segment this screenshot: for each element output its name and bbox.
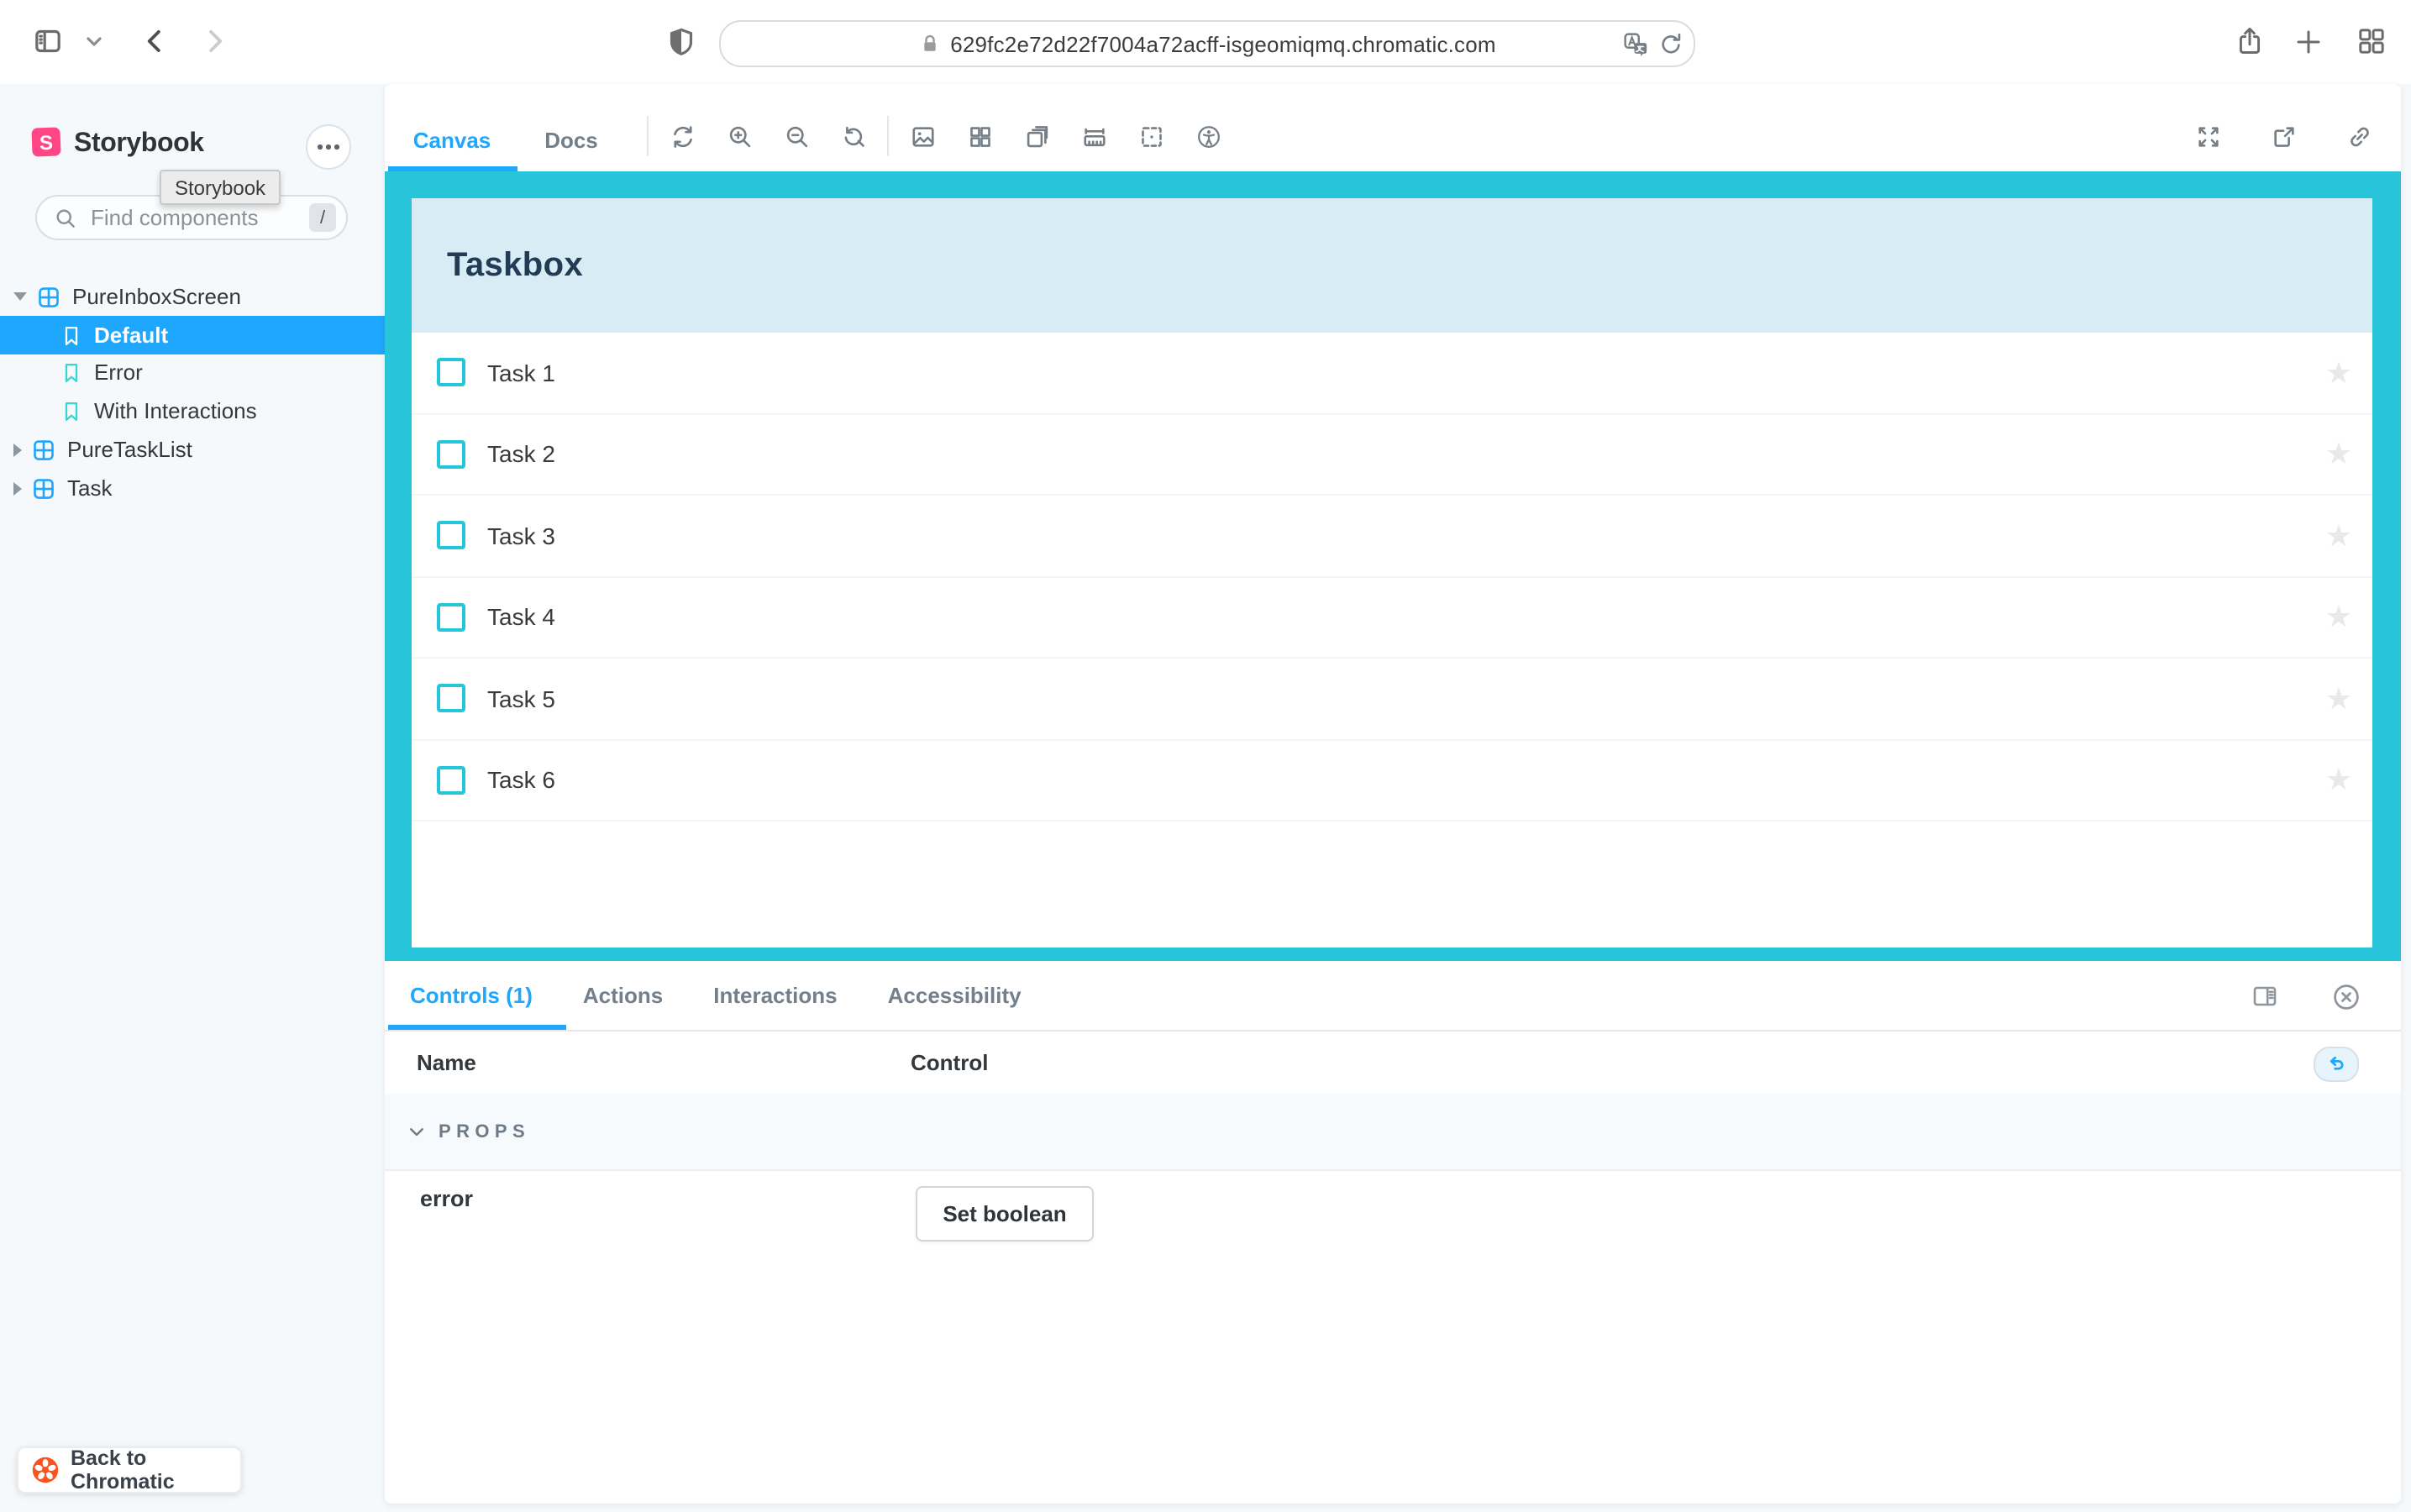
task-row: Task 3 — [412, 496, 2372, 577]
sidebar-item-pureinboxscreen[interactable]: PureInboxScreen — [0, 277, 385, 316]
fullscreen-icon[interactable] — [2179, 108, 2236, 165]
checkbox-icon[interactable] — [437, 602, 465, 632]
caret-right-icon[interactable] — [13, 443, 22, 456]
remount-icon[interactable] — [654, 108, 711, 165]
sidebar-item-default[interactable]: Default — [0, 316, 385, 354]
task-row: Task 1 — [412, 333, 2372, 414]
caret-down-icon[interactable] — [13, 292, 27, 301]
star-icon[interactable] — [2325, 521, 2352, 551]
browser-toolbar: 629fc2e72d22f7004a72acff-isgeomiqmq.chro… — [0, 0, 2411, 86]
caret-right-icon[interactable] — [13, 481, 22, 495]
privacy-shield-icon[interactable] — [667, 27, 696, 55]
props-section-header[interactable]: PROPS — [385, 1094, 2401, 1171]
taskbox-title: Taskbox — [447, 246, 584, 283]
share-icon[interactable] — [2235, 25, 2265, 57]
component-icon — [32, 476, 55, 500]
checkbox-icon[interactable] — [437, 684, 465, 713]
storybook-logo-icon: S — [31, 127, 61, 157]
set-boolean-button[interactable]: Set boolean — [916, 1186, 1094, 1242]
props-section-label: PROPS — [439, 1121, 531, 1142]
addons-panel: Controls (1) Actions Interactions Access… — [385, 961, 2401, 1504]
back-icon[interactable] — [141, 27, 170, 55]
storybook-sidebar: S Storybook Storybook Find components / — [0, 84, 385, 1512]
toolbar-divider — [647, 116, 649, 156]
bookmark-icon — [60, 323, 82, 347]
column-name: Name — [417, 1049, 476, 1074]
checkbox-icon[interactable] — [437, 439, 465, 469]
task-row: Task 4 — [412, 577, 2372, 659]
addons-tabbar: Controls (1) Actions Interactions Access… — [385, 961, 2401, 1032]
chevron-down-icon — [407, 1121, 427, 1142]
copy-link-icon[interactable] — [2330, 108, 2387, 165]
toolbar-divider — [887, 116, 889, 156]
back-to-chromatic-button[interactable]: Back to Chromatic — [17, 1446, 242, 1494]
backgrounds-icon[interactable] — [894, 108, 951, 165]
component-icon — [37, 285, 60, 308]
close-panel-icon[interactable] — [2317, 968, 2374, 1025]
checkbox-icon[interactable] — [437, 765, 465, 795]
star-icon[interactable] — [2325, 439, 2352, 470]
component-icon — [32, 438, 55, 461]
panel-position-icon[interactable] — [2236, 968, 2293, 1025]
star-icon[interactable] — [2325, 602, 2352, 633]
sidebar-menu-button[interactable] — [306, 124, 351, 170]
search-icon — [54, 206, 77, 229]
forward-icon[interactable] — [200, 27, 228, 55]
tab-canvas[interactable]: Canvas — [385, 108, 519, 171]
tab-actions[interactable]: Actions — [558, 961, 688, 1030]
task-row: Task 5 — [412, 659, 2372, 740]
story-canvas: Taskbox Task 1 Task 2 Task 3 — [385, 171, 2401, 961]
measure-icon[interactable] — [1065, 108, 1122, 165]
open-new-tab-icon[interactable] — [2255, 108, 2312, 165]
viewport-icon[interactable] — [1008, 108, 1065, 165]
sidebar-item-with-interactions[interactable]: With Interactions — [0, 391, 385, 430]
star-icon[interactable] — [2325, 765, 2352, 795]
checkbox-icon[interactable] — [437, 358, 465, 387]
reload-icon[interactable] — [1658, 31, 1683, 56]
sidebar-item-task[interactable]: Task — [0, 469, 385, 507]
grid-icon[interactable] — [951, 108, 1008, 165]
sidebar-toggle-icon[interactable] — [34, 27, 62, 55]
address-bar[interactable]: 629fc2e72d22f7004a72acff-isgeomiqmq.chro… — [719, 20, 1695, 67]
star-icon[interactable] — [2325, 358, 2352, 388]
brand-title[interactable]: Storybook — [74, 129, 204, 160]
star-icon[interactable] — [2325, 684, 2352, 714]
canvas-toolbar: Canvas Docs — [385, 84, 2401, 173]
taskbox-component: Taskbox Task 1 Task 2 Task 3 — [412, 198, 2372, 948]
preview-area: Canvas Docs Taskbox Task 1 ★ Task 2 ★ Ta… — [385, 84, 2401, 1504]
bookmark-icon — [60, 399, 82, 423]
tab-accessibility[interactable]: Accessibility — [863, 961, 1047, 1030]
url-text: 629fc2e72d22f7004a72acff-isgeomiqmq.chro… — [950, 31, 1496, 56]
shortcut-key-badge: / — [309, 203, 336, 232]
column-control: Control — [911, 1049, 989, 1074]
control-row-name: error — [420, 1186, 474, 1211]
bookmark-icon — [60, 360, 82, 384]
lock-icon — [918, 32, 940, 55]
new-tab-icon[interactable] — [2295, 29, 2322, 55]
zoom-reset-icon[interactable] — [825, 108, 882, 165]
tab-docs[interactable]: Docs — [519, 108, 623, 171]
controls-header-row: Name Control — [385, 1030, 2401, 1095]
outline-icon[interactable] — [1122, 108, 1179, 165]
task-row: Task 6 — [412, 740, 2372, 822]
zoom-out-icon[interactable] — [768, 108, 825, 165]
tab-interactions[interactable]: Interactions — [688, 961, 862, 1030]
tooltip: Storybook — [160, 170, 281, 205]
translate-icon[interactable] — [1623, 32, 1648, 57]
tab-controls[interactable]: Controls (1) — [385, 961, 558, 1030]
app-workspace: S Storybook Storybook Find components / — [0, 84, 2411, 1512]
reset-controls-button[interactable] — [2314, 1047, 2359, 1082]
task-row: Task 2 — [412, 414, 2372, 496]
search-placeholder: Find components — [91, 205, 259, 230]
tab-overview-icon[interactable] — [2357, 27, 2386, 55]
sidebar-item-puretasklist[interactable]: PureTaskList — [0, 430, 385, 469]
checkbox-icon[interactable] — [437, 521, 465, 550]
sidebar-item-error[interactable]: Error — [0, 353, 385, 391]
chevron-down-icon[interactable] — [86, 35, 102, 49]
accessibility-icon[interactable] — [1179, 108, 1237, 165]
zoom-in-icon[interactable] — [711, 108, 768, 165]
chromatic-logo-icon — [32, 1457, 59, 1483]
taskbox-header: Taskbox — [412, 198, 2372, 333]
